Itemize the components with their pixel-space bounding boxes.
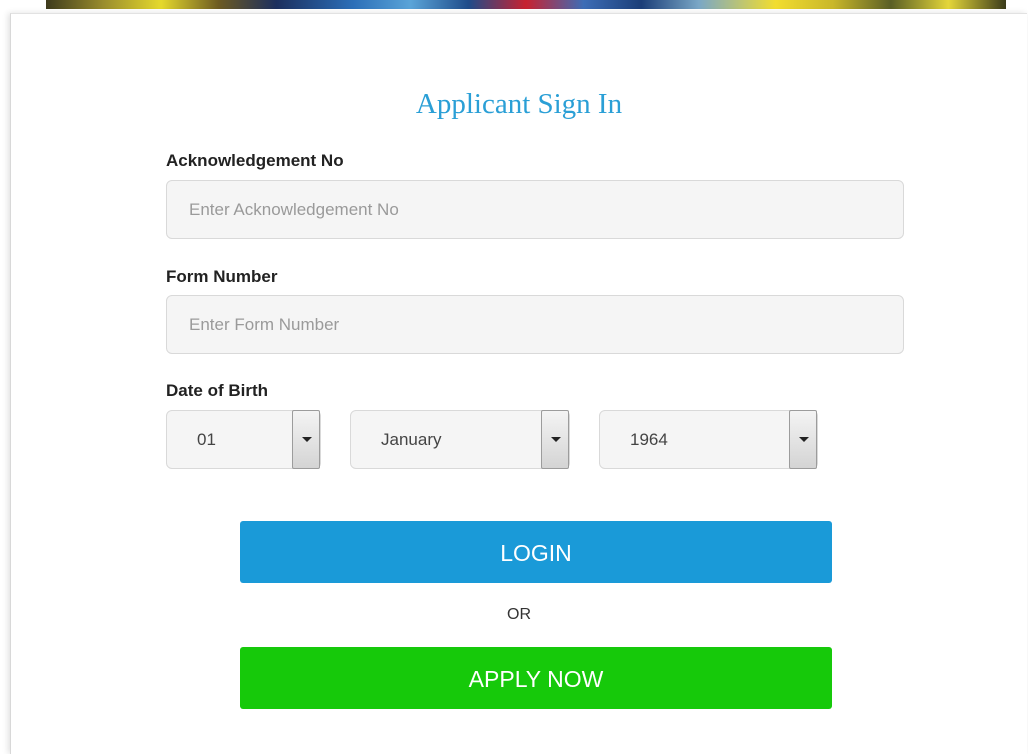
dob-year-value: 1964 (630, 430, 668, 449)
form-number-input[interactable] (166, 295, 904, 354)
chevron-down-icon[interactable] (789, 410, 817, 469)
page-title: Applicant Sign In (415, 88, 623, 120)
login-button[interactable]: LOGIN (240, 521, 832, 583)
dob-month-select[interactable]: January (350, 410, 570, 469)
dob-month-value: January (381, 430, 442, 449)
sign-in-card: Applicant Sign In Acknowledgement No For… (10, 13, 1027, 754)
apply-now-button[interactable]: APPLY NOW (240, 647, 832, 709)
dob-day-select[interactable]: 01 (166, 410, 321, 469)
header-banner-image (46, 0, 1006, 9)
dob-year-select[interactable]: 1964 (599, 410, 818, 469)
form-number-label: Form Number (166, 267, 278, 286)
dob-label: Date of Birth (166, 381, 268, 400)
ack-no-input[interactable] (166, 180, 904, 239)
or-divider-text: OR (507, 606, 531, 623)
chevron-down-icon[interactable] (292, 410, 320, 469)
dob-day-value: 01 (197, 430, 216, 449)
chevron-down-icon[interactable] (541, 410, 569, 469)
ack-no-label: Acknowledgement No (166, 151, 344, 170)
